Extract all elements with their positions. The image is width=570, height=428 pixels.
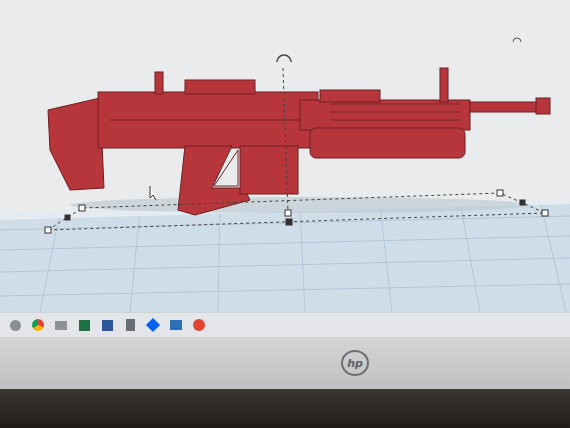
canvas[interactable]	[0, 0, 570, 312]
hp-logo: hp	[341, 350, 369, 376]
photos-icon[interactable]	[169, 318, 183, 332]
chrome-icon[interactable]	[31, 318, 45, 332]
monitor-bezel: hp	[0, 337, 570, 389]
folder-icon[interactable]	[54, 318, 68, 332]
excel-icon[interactable]	[77, 318, 91, 332]
settings-icon[interactable]	[8, 318, 22, 332]
word-icon[interactable]	[100, 318, 114, 332]
dropbox-icon[interactable]	[146, 318, 160, 332]
brand-label: hp	[347, 358, 363, 369]
tinkercad-icon[interactable]	[192, 318, 206, 332]
desk-background	[0, 389, 570, 428]
cursor-icon	[150, 186, 156, 200]
rotate-icon[interactable]	[277, 55, 291, 62]
view-icon[interactable]	[513, 38, 521, 42]
selection-box[interactable]	[45, 55, 548, 233]
workspace[interactable]	[0, 0, 570, 312]
calculator-icon[interactable]	[123, 318, 137, 332]
taskbar	[0, 312, 570, 337]
rifle-model[interactable]	[48, 68, 550, 215]
photo: hp	[0, 0, 570, 428]
workplane[interactable]	[0, 198, 570, 312]
